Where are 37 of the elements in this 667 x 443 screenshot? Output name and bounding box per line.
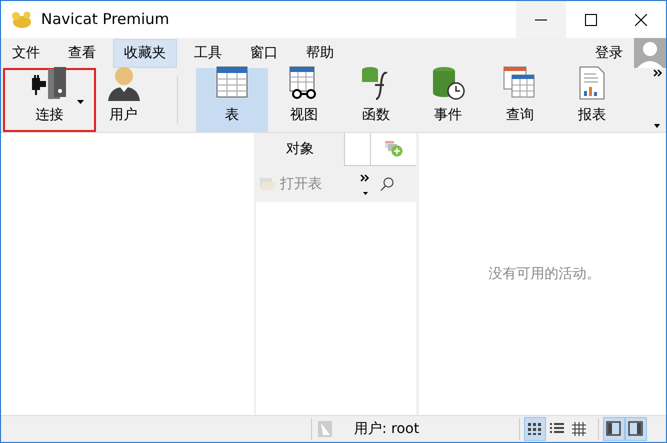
view-tool-button[interactable]: 视图 bbox=[268, 68, 340, 132]
app-logo-icon bbox=[11, 10, 33, 28]
user-icon bbox=[106, 65, 142, 101]
menu-item[interactable]: 查看 bbox=[57, 38, 107, 68]
menu-item[interactable]: 帮助 bbox=[295, 38, 345, 68]
menu-item[interactable]: 窗口 bbox=[239, 38, 289, 68]
left-pane-button[interactable] bbox=[603, 417, 625, 441]
right-pane-button[interactable] bbox=[625, 417, 647, 441]
caret-icon[interactable] bbox=[654, 124, 660, 128]
detail-view-icon bbox=[571, 421, 587, 437]
user-tool-button[interactable]: 用户 bbox=[96, 68, 151, 132]
report-tool-button[interactable]: 报表 bbox=[556, 68, 628, 132]
menu-item[interactable]: 收藏夹 bbox=[113, 38, 177, 68]
login-button[interactable]: 登录 bbox=[584, 38, 634, 68]
window-title: Navicat Premium bbox=[41, 9, 170, 30]
grid-view-icon bbox=[527, 421, 543, 437]
event-icon bbox=[430, 65, 466, 101]
maximize-icon bbox=[585, 14, 597, 26]
open-table-icon bbox=[260, 177, 276, 191]
event-tool-button[interactable]: 事件 bbox=[412, 68, 484, 132]
empty-message: 没有可用的活动。 bbox=[488, 264, 600, 284]
table-tool-button[interactable]: 表 bbox=[196, 68, 268, 132]
add-table-icon bbox=[384, 141, 402, 157]
left-view-icon bbox=[606, 421, 622, 437]
close-icon bbox=[635, 14, 647, 26]
grid-view-button[interactable] bbox=[524, 417, 546, 441]
more-icon[interactable] bbox=[652, 68, 664, 78]
function-tool-button[interactable]: 函数 bbox=[340, 68, 412, 132]
menu-item[interactable]: 文件 bbox=[1, 38, 51, 68]
query-tool-button[interactable]: 查询 bbox=[484, 68, 556, 132]
menu-item[interactable]: 工具 bbox=[183, 38, 233, 68]
more-icon[interactable] bbox=[360, 172, 370, 196]
user-status: 用户: root bbox=[354, 420, 420, 438]
right-view-icon bbox=[628, 421, 644, 437]
document-icon bbox=[318, 421, 332, 437]
connection-tool-button[interactable]: 连接 bbox=[3, 68, 96, 132]
search-icon[interactable] bbox=[380, 177, 394, 191]
